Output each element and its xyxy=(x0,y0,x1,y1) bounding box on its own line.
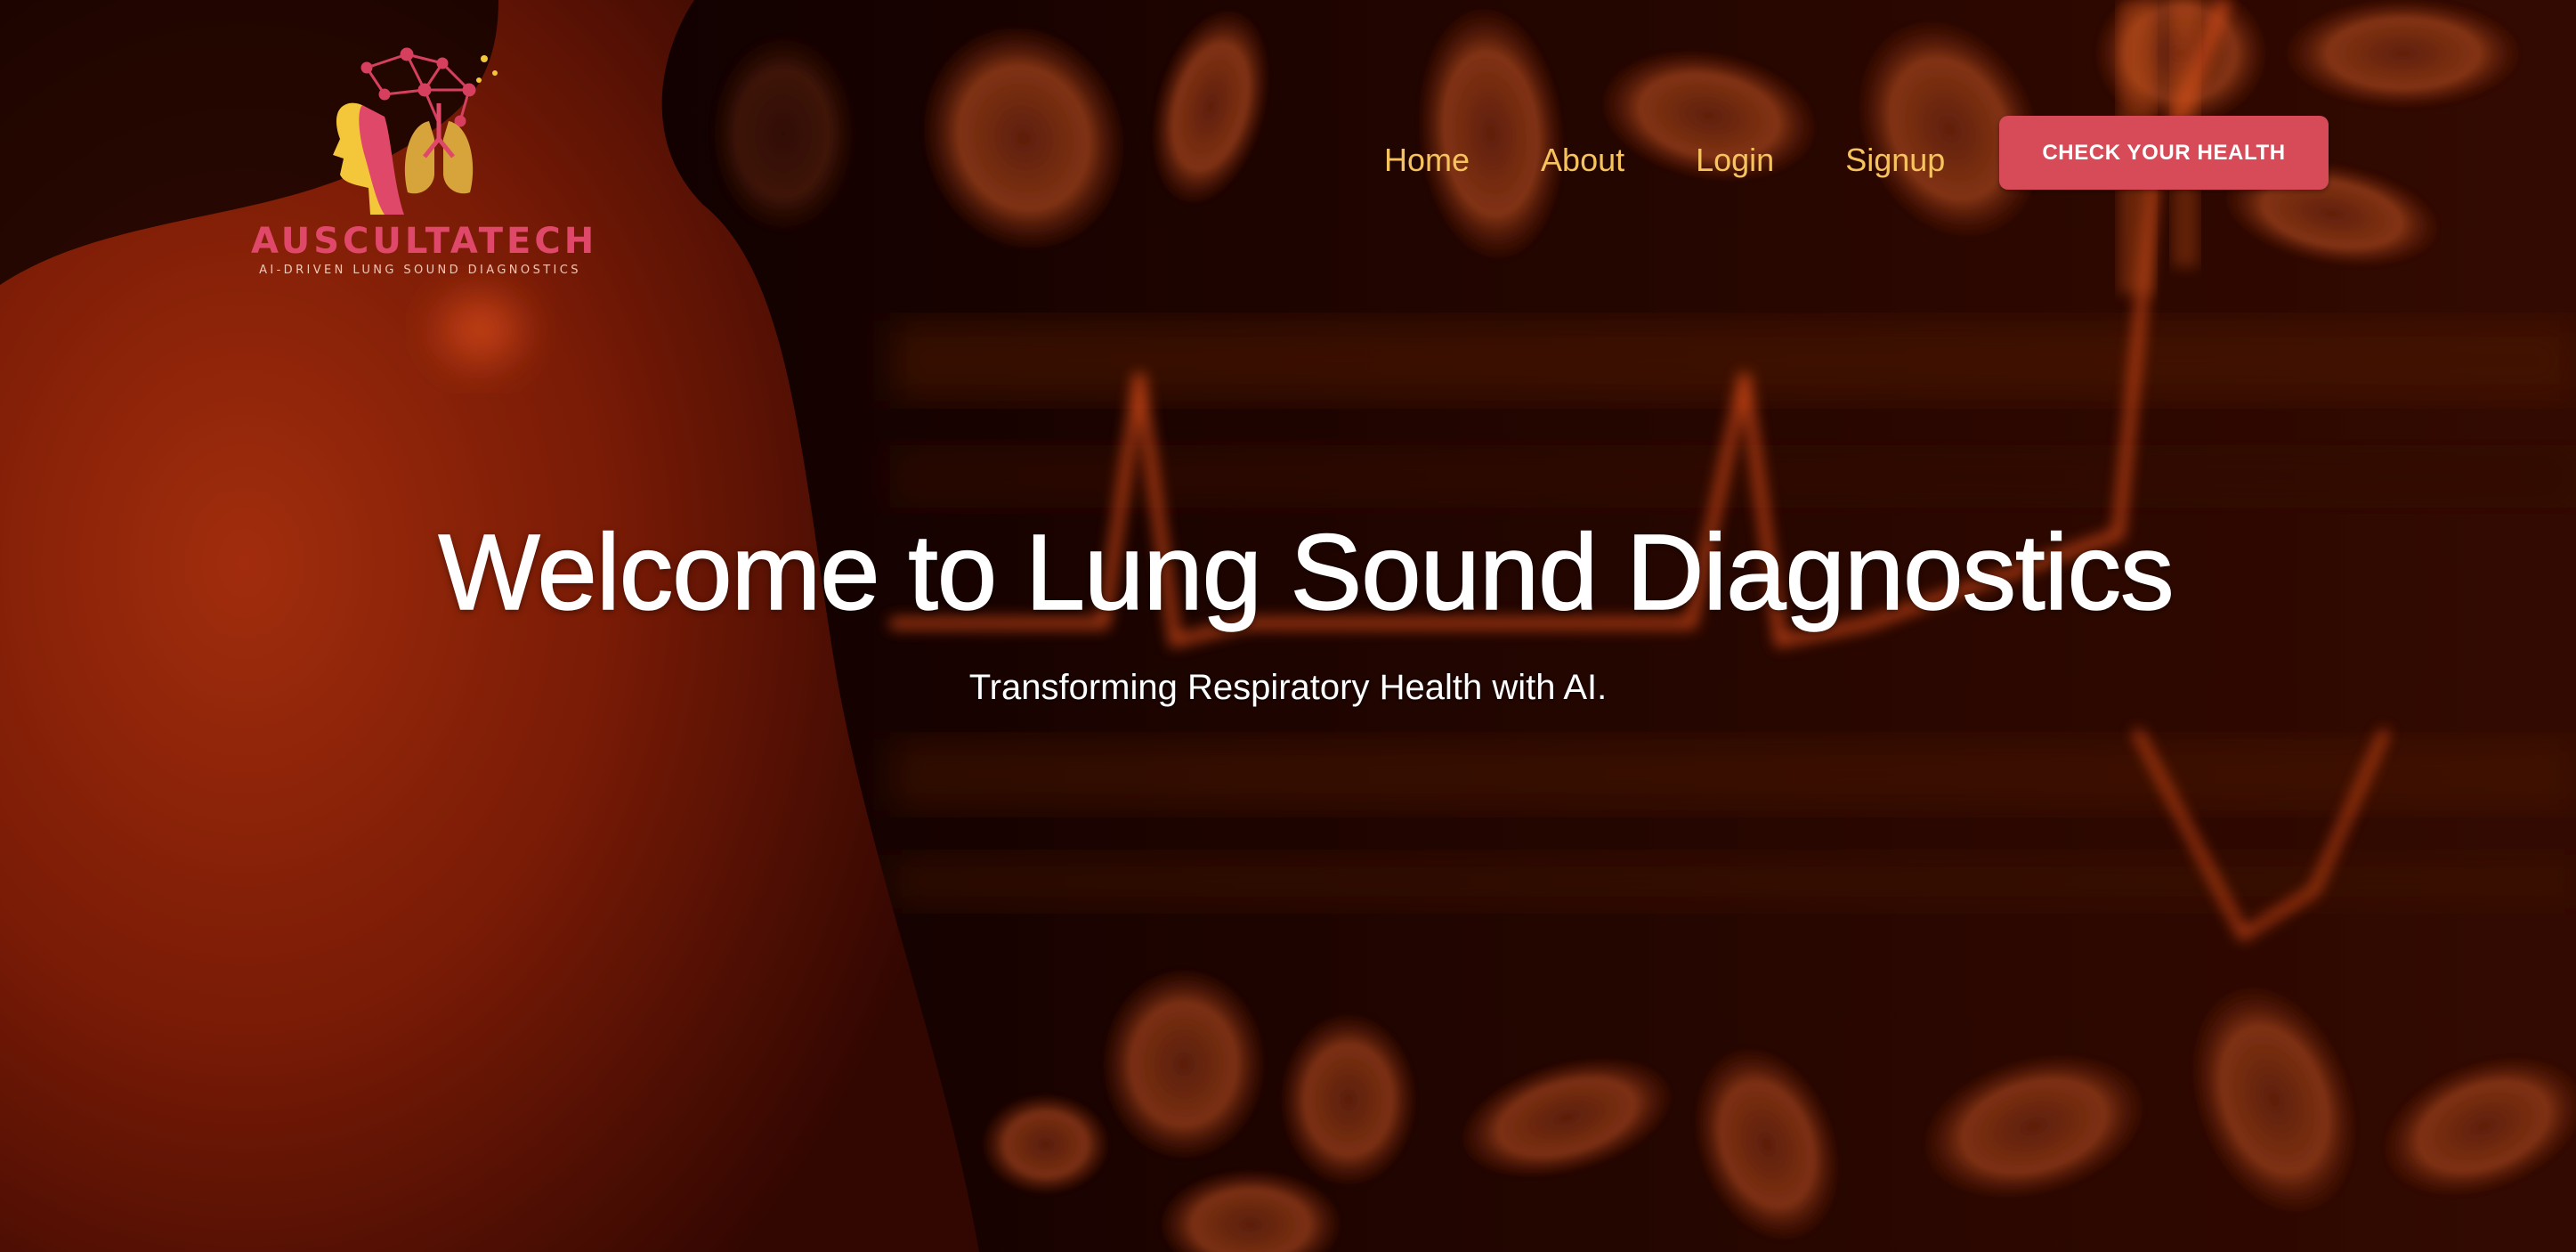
brand-name: AUSCULTATECH xyxy=(251,221,598,262)
nav-link-login[interactable]: Login xyxy=(1696,139,1774,182)
hero-subtitle: Transforming Respiratory Health with AI. xyxy=(968,668,1608,707)
hero-title: Welcome to Lung Sound Diagnostics xyxy=(438,510,2175,633)
head-lungs-logo-icon xyxy=(333,47,498,215)
brand-tagline: AI-DRIVEN LUNG SOUND DIAGNOSTICS xyxy=(259,264,581,277)
main-navigation: Home About Login Signup xyxy=(1384,139,2016,182)
page: AUSCULTATECH AI-DRIVEN LUNG SOUND DIAGNO… xyxy=(0,0,2576,1252)
nav-link-about[interactable]: About xyxy=(1541,139,1624,182)
nav-link-signup[interactable]: Signup xyxy=(1845,139,1945,182)
nav-link-home[interactable]: Home xyxy=(1384,139,1470,182)
check-your-health-button[interactable]: CHECK YOUR HEALTH xyxy=(1999,116,2329,190)
brand-logo[interactable]: AUSCULTATECH AI-DRIVEN LUNG SOUND DIAGNO… xyxy=(251,41,598,281)
